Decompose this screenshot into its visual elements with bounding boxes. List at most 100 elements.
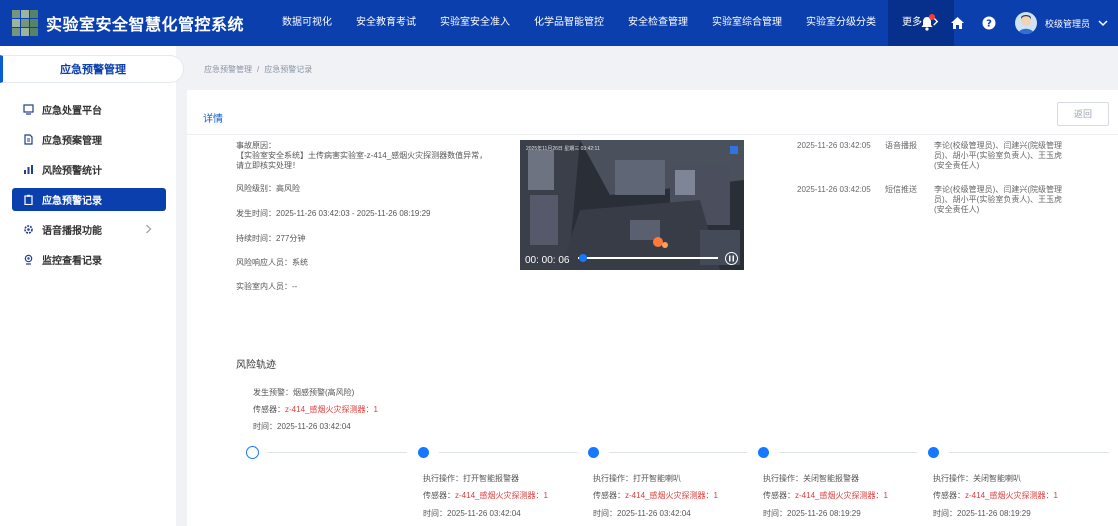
step-sensor-value: z-414_感烟火灾探测器：1 [625, 491, 718, 500]
home-icon [951, 17, 965, 29]
track-connector [439, 452, 577, 453]
card-divider [187, 134, 1118, 135]
track-node [418, 447, 429, 458]
sidebar-item-label: 应急预警记录 [42, 196, 102, 207]
reason-label: 事故原因： [236, 141, 276, 150]
sidebar-item-label: 监控查看记录 [42, 256, 102, 267]
step-time: 时间：2025-11-26 08:19:29 [763, 509, 861, 518]
user-menu-toggle[interactable] [1096, 12, 1110, 34]
sidebar-item-emergency-platform[interactable]: 应急处置平台 [12, 98, 166, 121]
track-connector [267, 452, 407, 453]
sidebar-item-monitor-records[interactable]: 监控查看记录 [12, 248, 166, 271]
track-node [588, 447, 599, 458]
step-sensor-value: z-414_感烟火灾探测器：1 [795, 491, 888, 500]
video-osd-text: 2025年11月26日 星期三 03:42:11 [526, 146, 600, 152]
notification-button[interactable] [916, 12, 938, 34]
step-action: 执行操作：关闭智能喇叭 [933, 474, 1021, 483]
video-progress-handle[interactable] [578, 254, 587, 262]
notice-time: 2025-11-26 03:42:05 [797, 141, 871, 150]
step-time: 时间：2025-11-26 03:42:04 [423, 509, 521, 518]
origin-sensor-value: z-414_感烟火灾探测器：1 [285, 405, 378, 414]
sidebar-item-warning-stats[interactable]: 风险预警统计 [12, 158, 166, 181]
back-button[interactable]: 返回 [1057, 102, 1109, 126]
sidebar: 应急预警管理 应急处置平台 应急预案管理 风险预警统计 应急预警记录 语音播报功… [0, 46, 184, 526]
step-sensor-value: z-414_感烟火灾探测器：1 [455, 491, 548, 500]
people-inside: 实验室内人员：-- [236, 282, 298, 291]
video-progress-bar[interactable] [578, 257, 718, 259]
nav-item-chemicals[interactable]: 化学品智能管控 [522, 0, 616, 46]
pause-button[interactable] [725, 252, 738, 265]
step-sensor-label: 传感器： [763, 491, 795, 500]
user-name[interactable]: 校级管理员 [1045, 17, 1090, 30]
nav-item-safety-inspection[interactable]: 安全检查管理 [616, 0, 700, 46]
duration: 持续时间：277分钟 [236, 234, 306, 243]
breadcrumb-current: 应急预警记录 [264, 65, 313, 74]
home-button[interactable] [947, 12, 969, 34]
track-connector [609, 452, 747, 453]
sidebar-item-label: 语音播报功能 [42, 226, 102, 237]
sidebar-item-plan-management[interactable]: 应急预案管理 [12, 128, 166, 151]
help-button[interactable]: ? [978, 12, 1000, 34]
sidebar-item-voice-broadcast[interactable]: 语音播报功能 [12, 218, 166, 241]
step-action: 执行操作：打开智能喇叭 [593, 474, 681, 483]
document-icon [22, 134, 34, 146]
chevron-right-icon [146, 224, 152, 234]
video-frame [520, 140, 744, 270]
nav-item-lab-management[interactable]: 实验室综合管理 [700, 0, 794, 46]
notification-badge [928, 14, 935, 20]
video-player[interactable]: 2025年11月26日 星期三 03:42:11 00: 00: 06 [520, 140, 744, 270]
sidebar-item-label: 应急处置平台 [42, 106, 102, 117]
step-action: 执行操作：关闭智能报警器 [763, 474, 859, 483]
pause-icon [729, 255, 734, 262]
notice-type: 短信推送 [885, 185, 917, 194]
step-sensor: 传感器：z-414_感烟火灾探测器：1 [763, 490, 888, 501]
notice-people: 李论(校级管理员)、闫建兴(院级管理员)、胡小平(实验室负责人)、王玉虎(安全责… [934, 185, 1062, 214]
track-node [758, 447, 769, 458]
clipboard-icon [22, 194, 34, 206]
camera-icon [22, 254, 34, 266]
bar-chart-icon [22, 164, 34, 176]
sidebar-item-warning-records[interactable]: 应急预警记录 [12, 188, 166, 211]
detail-title: 详情 [203, 114, 223, 125]
reason-text: 【实验室安全系统】土传病害实验室-z-414_感烟火灾探测器数值异常，请立即核实… [236, 151, 488, 170]
nav-item-safety-exam[interactable]: 安全教育考试 [344, 0, 428, 46]
detail-card: 详情 返回 事故原因： 【实验室安全系统】土传病害实验室-z-414_感烟火灾探… [187, 90, 1118, 526]
main-nav: 数据可视化 安全教育考试 实验室安全准入 化学品智能管控 安全检查管理 实验室综… [270, 0, 954, 46]
track-connector [779, 452, 917, 453]
nav-item-lab-access[interactable]: 实验室安全准入 [428, 0, 522, 46]
video-current-time: 00: 00: 06 [525, 255, 570, 266]
origin-time: 时间：2025-11-26 03:42:04 [253, 422, 351, 431]
track-connector [949, 452, 1109, 453]
nav-item-lab-classification[interactable]: 实验室分级分类 [794, 0, 888, 46]
notice-type: 语音播报 [885, 141, 917, 150]
risk-track-title: 风险轨迹 [236, 360, 276, 371]
app-logo [12, 10, 38, 36]
sidebar-header[interactable]: 应急预警管理 [0, 55, 184, 83]
user-avatar-icon [1017, 15, 1034, 34]
risk-level: 风险级别：高风险 [236, 184, 300, 193]
step-sensor: 传感器：z-414_感烟火灾探测器：1 [423, 490, 548, 501]
step-sensor: 传感器：z-414_感烟火灾探测器：1 [933, 490, 1058, 501]
notice-people: 李论(校级管理员)、闫建兴(院级管理员)、胡小平(实验室负责人)、王玉虎(安全责… [934, 141, 1062, 170]
app-title: 实验室安全智慧化管控系统 [46, 17, 245, 34]
step-time: 时间：2025-11-26 08:19:29 [933, 509, 1031, 518]
occurrence-time: 发生时间：2025-11-26 03:42:03 - 2025-11-26 08… [236, 209, 431, 218]
sidebar-item-label: 风险预警统计 [42, 166, 102, 177]
track-node [928, 447, 939, 458]
origin-sensor: 传感器：z-414_感烟火灾探测器：1 [253, 404, 378, 415]
monitor-icon [22, 104, 34, 116]
avatar[interactable] [1014, 12, 1037, 34]
step-sensor-label: 传感器： [933, 491, 965, 500]
svg-text:?: ? [986, 19, 992, 30]
step-sensor-label: 传感器： [423, 491, 455, 500]
step-sensor-value: z-414_感烟火灾探测器：1 [965, 491, 1058, 500]
breadcrumb-separator: / [257, 65, 260, 74]
step-time: 时间：2025-11-26 03:42:04 [593, 509, 691, 518]
track-node-origin [246, 446, 259, 459]
origin-sensor-label: 传感器： [253, 405, 285, 414]
chevron-down-icon [1098, 20, 1108, 27]
step-action: 执行操作：打开智能报警器 [423, 474, 519, 483]
responder: 风险响应人员：系统 [236, 258, 308, 267]
nav-item-data-visualization[interactable]: 数据可视化 [270, 0, 344, 46]
breadcrumb-parent[interactable]: 应急预警管理 [204, 65, 252, 74]
